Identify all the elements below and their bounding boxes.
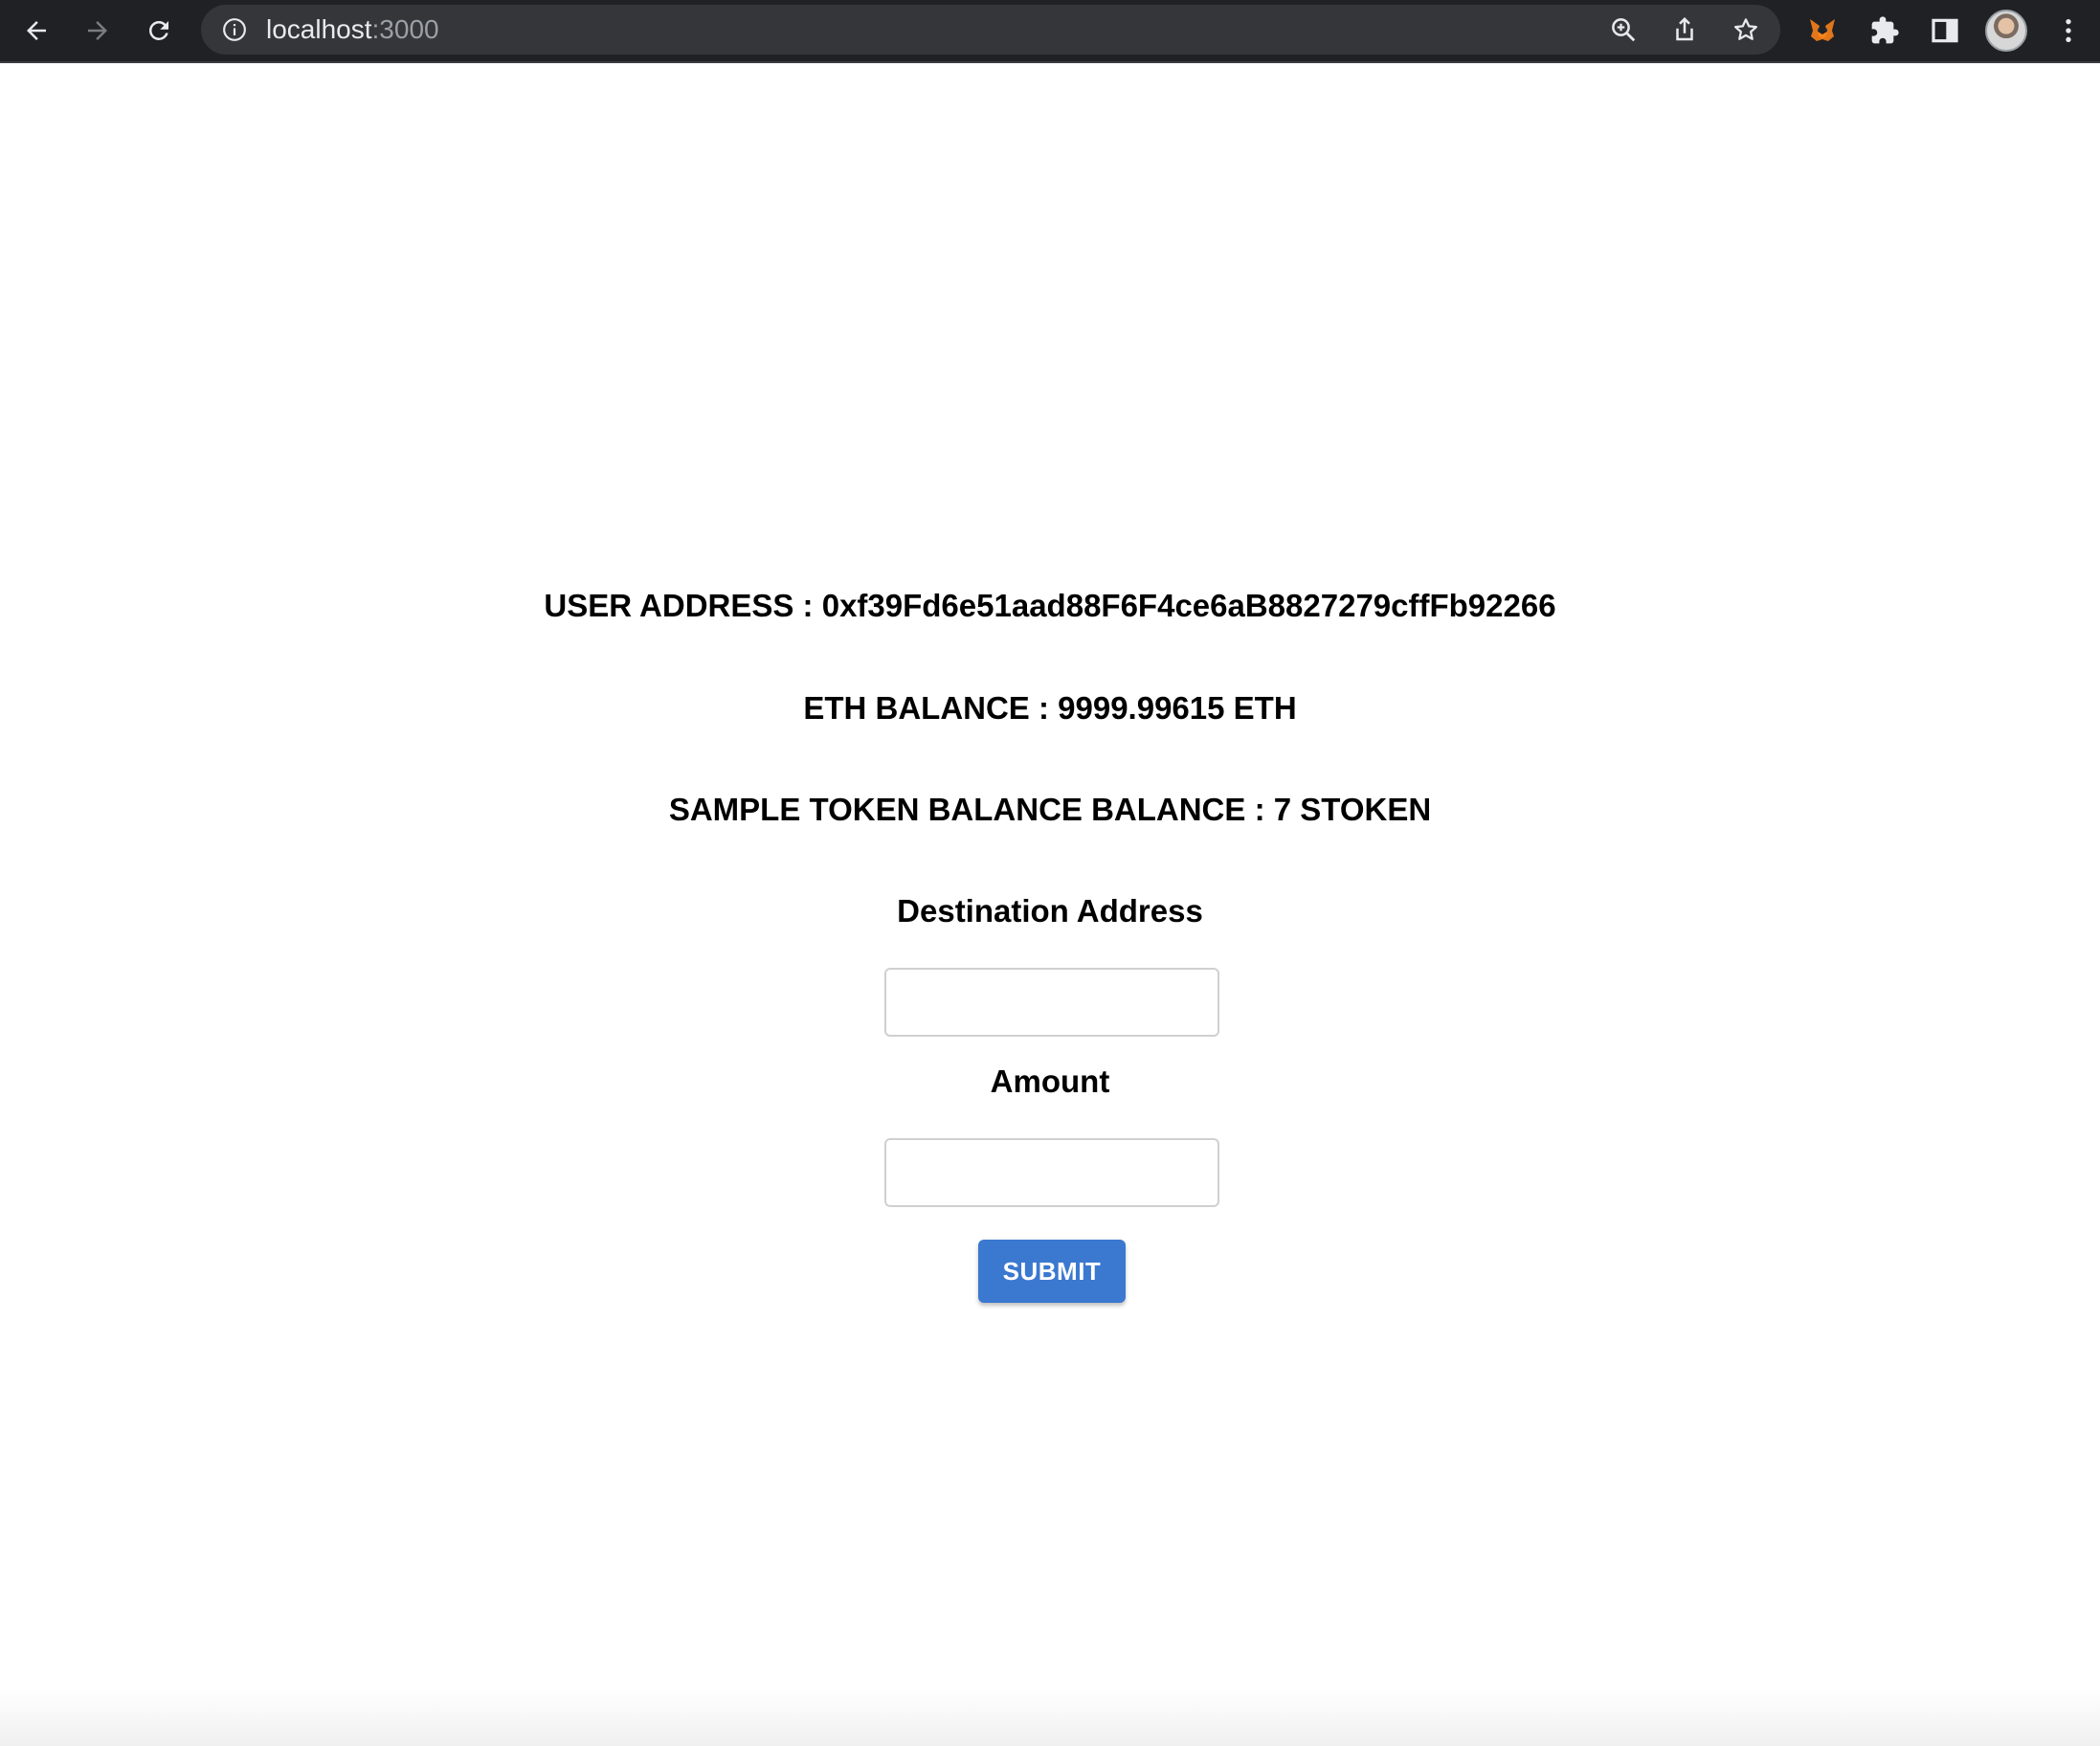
url-text[interactable]: localhost:3000 [266, 5, 439, 55]
zoom-button[interactable] [1606, 12, 1641, 47]
amount-label: Amount [990, 1063, 1110, 1099]
bookmark-button[interactable] [1729, 12, 1763, 47]
user-address-text: USER ADDRESS : 0xf39Fd6e51aad88F6F4ce6aB… [544, 588, 1556, 623]
metamask-fox-icon [1810, 19, 1835, 41]
address-bar[interactable]: localhost:3000 [201, 5, 1780, 55]
share-button[interactable] [1667, 12, 1702, 47]
reload-button[interactable] [136, 8, 182, 54]
back-button[interactable] [13, 8, 59, 54]
submit-button[interactable]: SUBMIT [978, 1240, 1126, 1303]
amount-input[interactable] [884, 1138, 1219, 1207]
avatar[interactable] [1985, 10, 2027, 52]
menu-button[interactable] [2046, 9, 2090, 53]
token-balance-text: SAMPLE TOKEN BALANCE BALANCE : 7 STOKEN [668, 792, 1432, 827]
forward-button[interactable] [75, 8, 121, 54]
destination-address-label: Destination Address [897, 893, 1203, 929]
destination-address-input[interactable] [884, 968, 1219, 1037]
url-port: :3000 [371, 14, 439, 44]
browser-toolbar: localhost:3000 [0, 0, 2100, 63]
share-icon [1676, 16, 1693, 41]
star-icon [1734, 18, 1757, 40]
metamask-extension-button[interactable] [1800, 9, 1844, 53]
side-panel-icon [1932, 18, 1958, 43]
forward-arrow-icon [88, 21, 107, 40]
side-panel-button[interactable] [1923, 9, 1967, 53]
puzzle-icon [1871, 16, 1899, 44]
extensions-button[interactable] [1863, 9, 1907, 53]
page-content: USER ADDRESS : 0xf39Fd6e51aad88F6F4ce6aB… [0, 63, 2100, 1746]
url-host: localhost [266, 14, 372, 44]
zoom-icon [1612, 18, 1636, 42]
kebab-menu-icon [2066, 19, 2071, 42]
reload-icon [149, 20, 168, 40]
bottom-shadow [0, 1689, 2100, 1746]
eth-balance-text: ETH BALANCE : 9999.99615 ETH [803, 690, 1297, 726]
back-arrow-icon [27, 21, 46, 40]
info-icon[interactable] [222, 17, 247, 42]
